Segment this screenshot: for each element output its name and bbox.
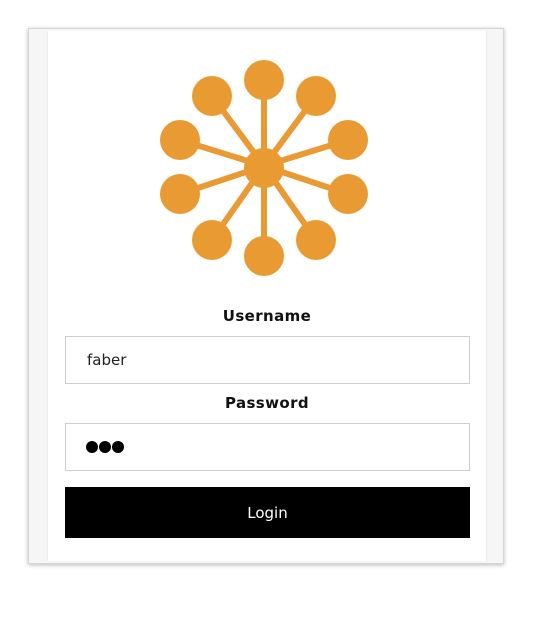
password-masked-value	[86, 441, 124, 453]
login-panel: Username faber Password Login	[47, 31, 487, 561]
username-field[interactable]: faber	[65, 336, 470, 384]
hub-nodes-icon	[160, 60, 368, 276]
login-card: Username faber Password Login	[28, 28, 504, 564]
logo-nodes	[160, 60, 368, 276]
login-button[interactable]: Login	[65, 487, 470, 538]
username-label: Username	[222, 307, 312, 325]
password-mask-dot	[99, 441, 111, 453]
password-label: Password	[224, 394, 310, 412]
password-mask-dot	[112, 441, 124, 453]
username-value: faber	[87, 351, 127, 369]
password-mask-dot	[86, 441, 98, 453]
password-field[interactable]	[65, 423, 470, 471]
